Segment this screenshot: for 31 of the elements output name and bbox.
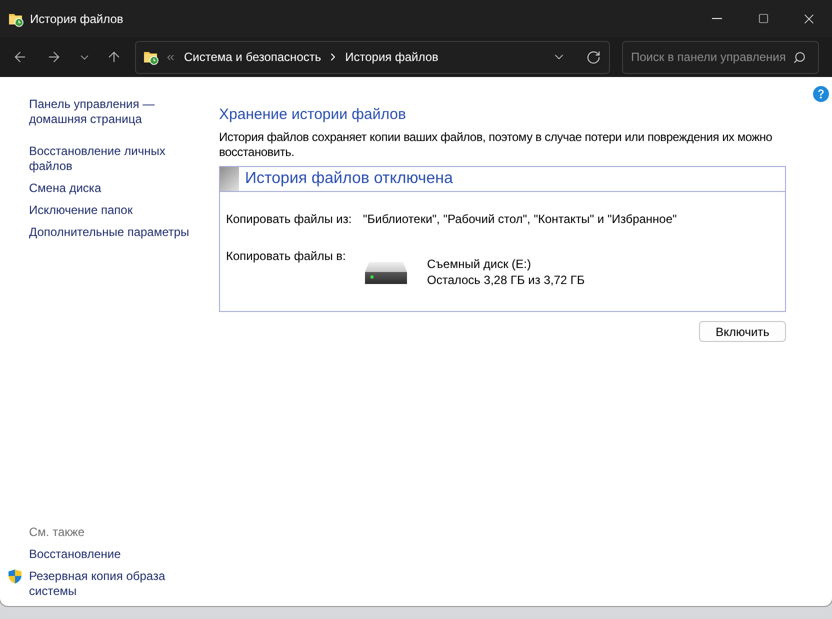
help-icon[interactable] bbox=[813, 86, 829, 102]
field-value: "Библиотеки", "Рабочий стол", "Контакты" и "Избранное" bbox=[363, 212, 677, 227]
shield-icon bbox=[8, 569, 22, 584]
sidebar-link[interactable]: Исключение папок bbox=[29, 203, 133, 218]
field-label: Копировать файлы из: bbox=[226, 212, 353, 227]
drive-name: Съемный диск (E:) bbox=[427, 257, 532, 272]
sidebar-link[interactable]: Резервная копия образа системы bbox=[29, 569, 194, 599]
description-text: История файлов сохраняет копии ваших файлов, поэтому в случае потери или повреждения их можно восстановить. bbox=[219, 130, 774, 160]
sidebar-link[interactable]: Панель управления — домашняя страница bbox=[29, 97, 194, 127]
sidebar-link[interactable]: Восстановление личных файлов bbox=[29, 144, 194, 174]
field-label: Копировать файлы в: bbox=[226, 249, 347, 264]
turn-on-button[interactable]: Включить bbox=[699, 321, 786, 342]
drive-space: Осталось 3,28 ГБ из 3,72 ГБ bbox=[427, 273, 585, 288]
refresh-icon[interactable] bbox=[586, 50, 601, 64]
breadcrumb-item[interactable]: История файлов bbox=[343, 50, 440, 64]
search-icon bbox=[793, 50, 806, 64]
sidebar-link[interactable]: Смена диска bbox=[29, 181, 102, 196]
window-title: История файлов bbox=[30, 12, 124, 26]
status-title: История файлов отключена bbox=[245, 170, 453, 188]
search-field[interactable]: Поиск в панели управления bbox=[622, 40, 819, 74]
breadcrumb-item[interactable]: Система и безопасность bbox=[182, 50, 324, 64]
maximize-icon bbox=[758, 13, 768, 24]
page-heading: Хранение истории файлов bbox=[219, 105, 407, 125]
location-icon bbox=[143, 49, 159, 65]
address-bar[interactable]: Система и безопасность История файлов bbox=[135, 40, 610, 74]
sidebar-link[interactable]: Восстановление bbox=[29, 547, 121, 562]
arrow-right-icon bbox=[46, 49, 62, 65]
minimize-icon bbox=[712, 18, 722, 19]
drive-icon bbox=[365, 262, 407, 284]
see-also-heading: См. также bbox=[29, 525, 85, 540]
sidebar-link[interactable]: Дополнительные параметры bbox=[29, 225, 190, 240]
